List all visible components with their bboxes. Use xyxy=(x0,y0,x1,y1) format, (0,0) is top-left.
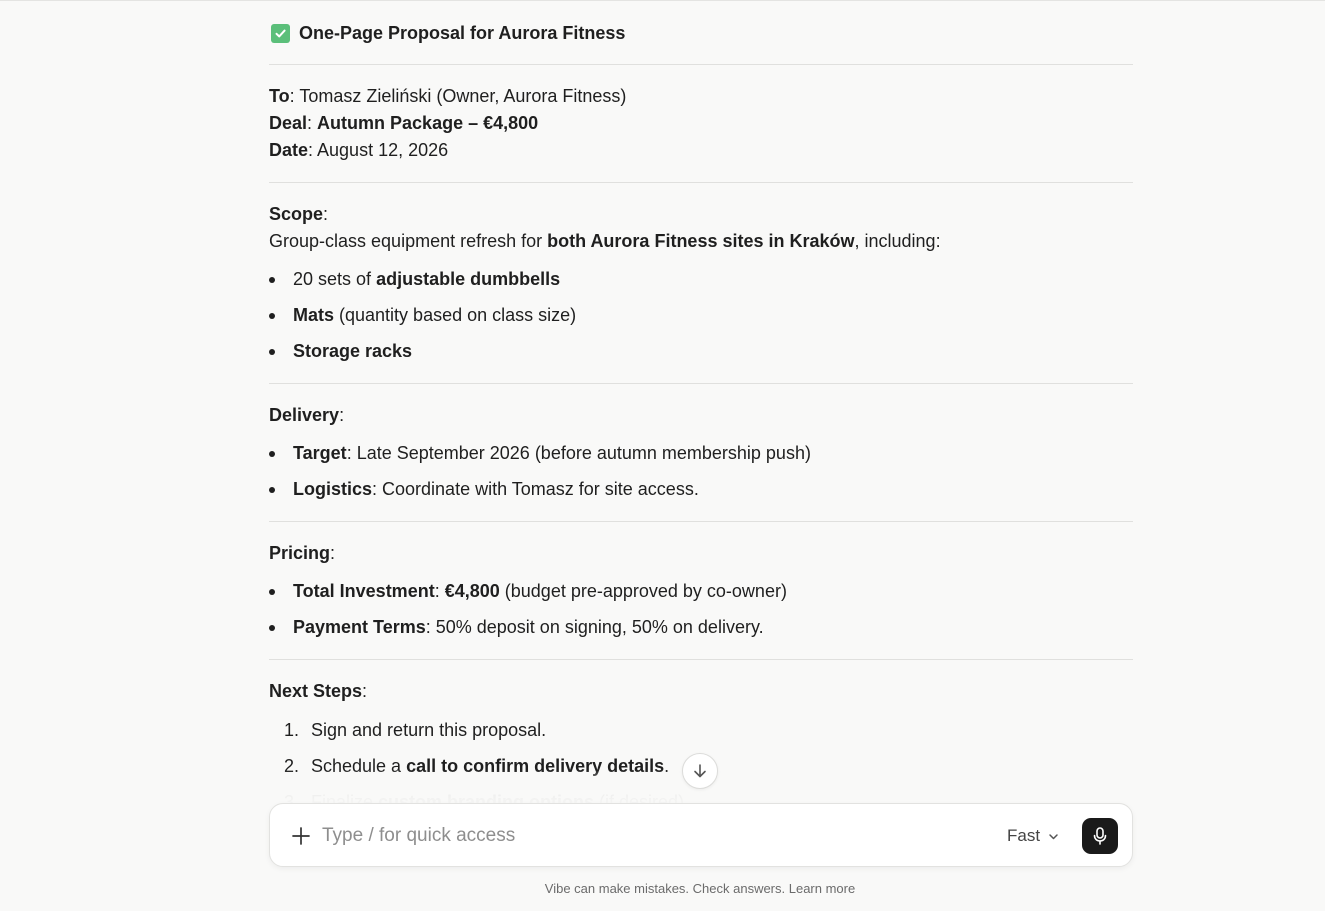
list-item-text: Schedule a xyxy=(311,756,407,776)
list-item-bold: Logistics xyxy=(293,479,373,499)
arrow-down-icon xyxy=(694,764,706,778)
deal-separator: : xyxy=(307,113,318,133)
list-item: Payment Terms: 50% deposit on signing, 5… xyxy=(269,614,1133,650)
message-content: One-Page Proposal for Aurora Fitness To:… xyxy=(269,0,1133,805)
list-item-bold: Payment Terms xyxy=(293,617,426,637)
scope-intro-after: , including: xyxy=(854,231,941,251)
list-item: Target: Late September 2026 (before autu… xyxy=(269,440,1133,476)
list-item: 1. Sign and return this proposal. xyxy=(269,717,1133,753)
divider xyxy=(269,182,1133,183)
delivery-section: Delivery: Target: Late September 2026 (b… xyxy=(269,402,1133,512)
list-item-text: : 50% deposit on signing, 50% on deliver… xyxy=(425,617,764,637)
scope-intro-bold: both Aurora Fitness sites in Kraków xyxy=(547,231,855,251)
list-item: Total Investment: €4,800 (budget pre-app… xyxy=(269,578,1133,614)
pricing-heading-colon: : xyxy=(330,543,336,563)
list-item: 20 sets of adjustable dumbbells xyxy=(269,266,1133,302)
message-input[interactable] xyxy=(322,822,962,850)
divider xyxy=(269,383,1133,384)
date-value: : August 12, 2026 xyxy=(308,140,449,160)
list-item-text: : Late September 2026 (before autumn mem… xyxy=(346,443,811,463)
check-box-icon xyxy=(271,23,290,43)
divider xyxy=(269,659,1133,660)
pricing-heading-text: Pricing xyxy=(269,543,331,563)
scope-heading-text: Scope xyxy=(269,204,324,224)
next-steps-heading-text: Next Steps xyxy=(269,681,363,701)
model-mode-dropdown[interactable]: Fast xyxy=(1007,823,1059,849)
to-label: To xyxy=(269,86,290,106)
to-line: To: Tomasz Zieliński (Owner, Aurora Fitn… xyxy=(269,83,1133,110)
list-item-bold: Total Investment xyxy=(293,581,435,601)
model-mode-label: Fast xyxy=(1007,826,1041,845)
deal-value: Autumn Package – €4,800 xyxy=(317,113,539,133)
delivery-list: Target: Late September 2026 (before autu… xyxy=(269,440,1133,512)
header-block: To: Tomasz Zieliński (Owner, Aurora Fitn… xyxy=(269,83,1133,164)
list-item-text: 20 sets of xyxy=(293,269,377,289)
list-item-bold: call to confirm delivery details xyxy=(406,756,665,776)
attach-button[interactable] xyxy=(290,825,312,847)
list-item: Storage racks xyxy=(269,338,1133,374)
deal-label: Deal xyxy=(269,113,308,133)
scroll-to-bottom-button[interactable] xyxy=(682,753,718,789)
pricing-section: Pricing: Total Investment: €4,800 (budge… xyxy=(269,540,1133,650)
list-item-bold: adjustable dumbbells xyxy=(376,269,561,289)
list-item-text: . xyxy=(664,756,670,776)
disclaimer-text: Vibe can make mistakes. Check answers. L… xyxy=(544,881,856,896)
list-item-bold: Target xyxy=(293,443,347,463)
scope-intro: Group-class equipment refresh for both A… xyxy=(269,228,1133,255)
next-steps-heading-colon: : xyxy=(362,681,368,701)
scope-section: Scope: Group-class equipment refresh for… xyxy=(269,201,1133,374)
proposal-title-row: One-Page Proposal for Aurora Fitness xyxy=(269,19,625,47)
proposal-title: One-Page Proposal for Aurora Fitness xyxy=(299,22,626,43)
list-item-text: : Coordinate with Tomasz for site access… xyxy=(372,479,699,499)
list-item-number: 1. xyxy=(284,720,300,740)
microphone-icon xyxy=(1093,827,1107,845)
next-steps-heading: Next Steps: xyxy=(269,678,1133,705)
scope-intro-text: Group-class equipment refresh for xyxy=(269,231,548,251)
deal-line: Deal: Autumn Package – €4,800 xyxy=(269,110,1133,137)
pricing-heading: Pricing: xyxy=(269,540,1133,567)
date-line: Date: August 12, 2026 xyxy=(269,137,1133,164)
pricing-list: Total Investment: €4,800 (budget pre-app… xyxy=(269,578,1133,650)
delivery-heading: Delivery: xyxy=(269,402,1133,429)
divider xyxy=(269,64,1133,65)
chevron-down-icon xyxy=(1049,833,1058,839)
list-item: Logistics: Coordinate with Tomasz for si… xyxy=(269,476,1133,512)
list-item-number: 2. xyxy=(284,756,300,776)
list-item-text: : xyxy=(434,581,445,601)
scope-list: 20 sets of adjustable dumbbells Mats (qu… xyxy=(269,266,1133,374)
list-item-text: Sign and return this proposal. xyxy=(311,720,547,740)
list-item: Mats (quantity based on class size) xyxy=(269,302,1133,338)
delivery-heading-text: Delivery xyxy=(269,405,340,425)
list-item-bold: €4,800 xyxy=(444,581,500,601)
list-item-text: (quantity based on class size) xyxy=(334,305,577,325)
delivery-heading-colon: : xyxy=(339,405,345,425)
divider xyxy=(269,521,1133,522)
scope-heading-colon: : xyxy=(323,204,329,224)
list-item-bold: Storage racks xyxy=(293,341,413,361)
list-item-text: (budget pre-approved by co-owner) xyxy=(499,581,787,601)
list-item-bold: Mats xyxy=(293,305,335,325)
message-composer: Fast xyxy=(269,803,1133,867)
scope-heading: Scope: xyxy=(269,201,1133,228)
to-value: : Tomasz Zieliński (Owner, Aurora Fitnes… xyxy=(289,86,627,106)
plus-icon xyxy=(292,827,310,845)
voice-input-button[interactable] xyxy=(1082,818,1118,854)
date-label: Date xyxy=(269,140,309,160)
